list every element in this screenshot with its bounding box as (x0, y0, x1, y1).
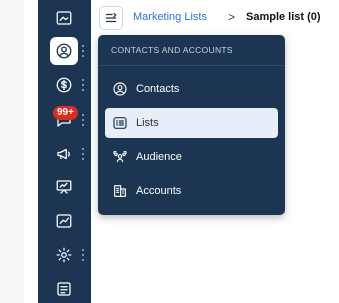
dollar-circle-icon (56, 77, 72, 93)
menu-item-accounts[interactable]: Accounts (105, 176, 278, 206)
building-icon (114, 185, 126, 197)
rail-item-marketing[interactable] (50, 140, 78, 168)
rail-item-presentations[interactable] (50, 173, 78, 201)
rail-item-documents[interactable] (50, 275, 78, 303)
rail-item-media[interactable] (50, 4, 78, 32)
menu-divider (98, 65, 285, 66)
rail-item-contacts[interactable] (50, 37, 78, 65)
rail-item-more-dots[interactable] (81, 45, 85, 57)
presentation-icon (56, 180, 72, 194)
menu-item-label: Audience (136, 151, 182, 163)
user-circle-icon (113, 82, 127, 96)
rail-item-more-dots[interactable] (81, 249, 85, 261)
menu-collapse-icon (105, 12, 117, 23)
icon-rail (38, 0, 91, 303)
list-doc-icon (57, 282, 71, 296)
menu-item-label: Lists (136, 117, 159, 129)
trend-chart-icon (56, 214, 72, 228)
rail-item-deals[interactable] (50, 71, 78, 99)
audience-icon (113, 151, 127, 163)
breadcrumb-parent-link[interactable]: Marketing Lists (133, 11, 207, 23)
topbar: Marketing Lists > Sample list (0) (91, 0, 339, 36)
menu-toggle-button[interactable] (99, 6, 123, 30)
rail-item-more-dots[interactable] (81, 148, 85, 160)
megaphone-icon (57, 148, 70, 160)
menu-item-lists[interactable]: Lists (105, 108, 278, 138)
breadcrumb-separator: > (228, 10, 236, 24)
menu-item-label: Contacts (136, 83, 180, 95)
contacts-accounts-menu: CONTACTS AND ACCOUNTS Contacts Lists Aud… (98, 35, 285, 215)
menu-item-audience[interactable]: Audience (105, 142, 278, 172)
image-frame-icon (56, 11, 72, 25)
menu-item-contacts[interactable]: Contacts (105, 74, 278, 104)
rail-item-more-dots[interactable] (81, 79, 85, 91)
user-circle-icon (56, 43, 72, 59)
menu-section-title: CONTACTS AND ACCOUNTS (111, 45, 233, 55)
menu-item-label: Accounts (136, 185, 182, 197)
left-spacer (24, 0, 38, 303)
rail-item-settings[interactable] (50, 241, 78, 269)
left-gutter (0, 0, 24, 303)
list-icon (113, 117, 127, 129)
notification-badge: 99+ (53, 106, 78, 120)
rail-item-more-dots[interactable] (81, 114, 85, 126)
gear-icon (56, 247, 72, 263)
rail-item-reports[interactable] (50, 207, 78, 235)
breadcrumb-current: Sample list (0) (246, 11, 321, 23)
